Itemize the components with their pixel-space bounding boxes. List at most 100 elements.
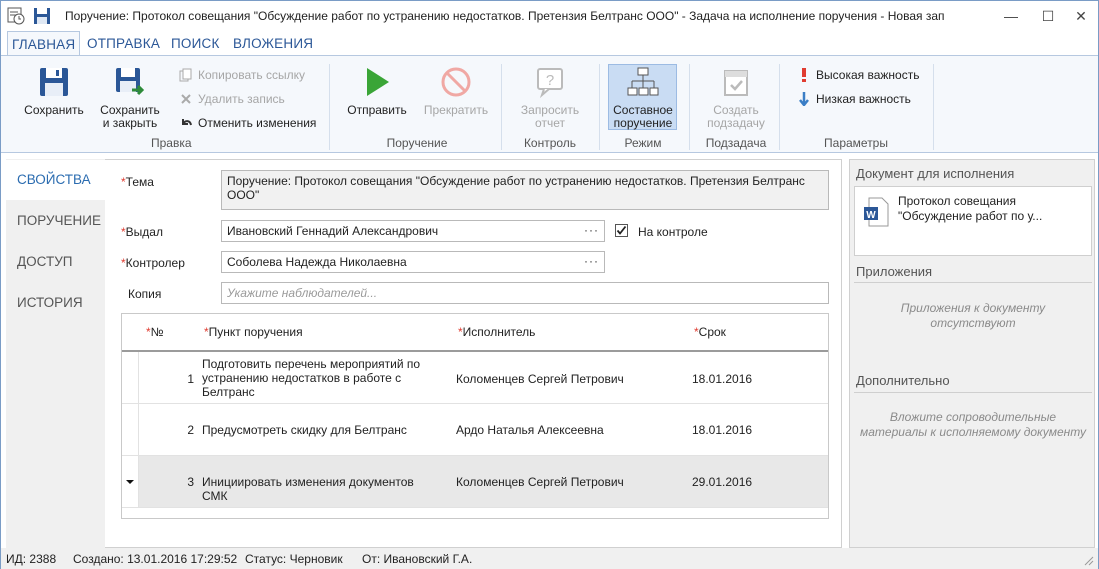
status-id: ИД: 2388 (6, 552, 57, 566)
ribbon: Сохранить Сохранить и закрыть Копировать… (1, 55, 1098, 153)
tab-home[interactable]: ГЛАВНАЯ (7, 31, 81, 56)
task-clock-icon (7, 7, 25, 25)
column-header-due[interactable]: *Срок (694, 325, 726, 339)
group-control-label: Контроль (523, 136, 577, 150)
right-panel: Документ для исполнения W Протокол совещ… (849, 159, 1095, 548)
save-label: Сохранить (24, 103, 84, 117)
subject-field[interactable]: Поручение: Протокол совещания "Обсуждени… (221, 170, 829, 210)
resize-grip-icon[interactable] (1084, 556, 1094, 566)
save-icon[interactable] (33, 7, 51, 25)
floppy-icon (40, 68, 68, 96)
column-header-item[interactable]: *Пункт поручения (204, 325, 303, 339)
row-executor: Коломенцев Сергей Петрович (456, 372, 624, 386)
window-title: Поручение: Протокол совещания "Обсуждени… (65, 9, 945, 23)
svg-text:W: W (866, 210, 876, 221)
undo-icon (182, 119, 192, 126)
save-close-label-1: Сохранить (100, 103, 160, 117)
low-importance-label: Низкая важность (816, 92, 911, 106)
table-row-selected[interactable]: 3 Инициировать изменения документов СМК … (122, 456, 828, 508)
document-name-line-1: Протокол совещания (898, 194, 1016, 208)
stop-icon (441, 67, 471, 97)
column-header-number[interactable]: *№ (146, 325, 164, 339)
calendar-check-icon (724, 70, 748, 96)
extra-hint-text: Вложите сопроводительные материалы к испо… (860, 410, 1086, 439)
request-report-button[interactable]: ? Запросить отчет (514, 66, 586, 130)
column-header-executor[interactable]: *Исполнитель (458, 325, 535, 339)
stop-button[interactable]: Прекратить (420, 66, 492, 117)
copy-link-label: Копировать ссылку (198, 68, 305, 82)
ribbon-separator (779, 64, 780, 150)
request-report-label-1: Запросить (520, 103, 580, 117)
status-bar: ИД: 2388 Создано: 13.01.2016 17:29:52 Ст… (1, 548, 1098, 569)
maximize-button[interactable]: ☐ (1031, 1, 1065, 31)
on-control-label: На контроле (638, 225, 708, 239)
document-card[interactable]: W Протокол совещания "Обсуждение работ п… (854, 186, 1092, 256)
create-subtask-label-1: Создать (713, 103, 759, 117)
close-button[interactable]: ✕ (1064, 1, 1098, 31)
current-row-arrow-icon (126, 475, 134, 489)
tab-send[interactable]: ОТПРАВКА (87, 31, 160, 56)
group-subtask-label: Подзадача (705, 136, 767, 150)
tab-search[interactable]: ПОИСК (171, 31, 220, 56)
sidebar-item-history[interactable]: ИСТОРИЯ (6, 283, 105, 323)
ribbon-separator (329, 64, 330, 150)
low-importance-button[interactable]: Низкая важность (797, 91, 911, 108)
high-importance-button[interactable]: Высокая важность (797, 67, 919, 83)
delete-record-button[interactable]: Удалить запись (179, 91, 285, 107)
composite-label-1: Составное (613, 103, 673, 117)
subject-label: *Тема (121, 175, 154, 189)
controller-value: Соболева Надежда Николаевна (227, 255, 407, 269)
create-subtask-label-2: подзадачу (707, 116, 765, 130)
status-state: Статус: Черновик (245, 552, 343, 566)
row-number: 2 (187, 423, 194, 437)
status-from: От: Ивановский Г.А. (362, 552, 473, 566)
app-window: Поручение: Протокол совещания "Обсуждени… (0, 0, 1099, 569)
word-document-icon: W (864, 197, 889, 227)
sidebar-item-access[interactable]: ДОСТУП (6, 242, 105, 282)
composite-order-button[interactable]: Составное поручение (608, 66, 678, 130)
group-order-label: Поручение (386, 136, 448, 150)
ribbon-separator (501, 64, 502, 150)
issued-value: Ивановский Геннадий Александрович (227, 224, 439, 238)
row-number: 1 (187, 372, 194, 386)
send-button[interactable]: Отправить (344, 66, 410, 117)
save-close-label-2: и закрыть (102, 116, 158, 130)
title-bar: Поручение: Протокол совещания "Обсуждени… (1, 1, 1098, 31)
minimize-button[interactable]: — (994, 1, 1028, 31)
observers-input[interactable]: Укажите наблюдателей... (221, 282, 829, 304)
copy-label: Копия (128, 287, 162, 301)
controller-picker-button[interactable]: ··· (584, 254, 599, 268)
ribbon-separator (599, 64, 600, 150)
sidebar: СВОЙСТВА ПОРУЧЕНИЕ ДОСТУП ИСТОРИЯ (6, 159, 106, 549)
on-control-checkbox[interactable] (615, 224, 628, 237)
high-importance-label: Высокая важность (816, 68, 920, 82)
row-item: Предусмотреть скидку для Белтранс (202, 423, 407, 437)
save-close-button[interactable]: Сохранить и закрыть (95, 66, 165, 130)
controller-field[interactable]: Соболева Надежда Николаевна ··· (221, 251, 605, 273)
create-subtask-button[interactable]: Создать подзадачу (701, 66, 771, 130)
issued-field[interactable]: Ивановский Геннадий Александрович ··· (221, 220, 605, 242)
checkmark-icon (616, 225, 627, 235)
order-items-table: *№ *Пункт поручения *Исполнитель *Срок 1… (121, 313, 829, 519)
tab-attachments[interactable]: ВЛОЖЕНИЯ (233, 31, 313, 56)
divider (854, 392, 1092, 393)
group-params-label: Параметры (824, 136, 888, 150)
undo-changes-button[interactable]: Отменить изменения (179, 115, 316, 131)
undo-changes-label: Отменить изменения (198, 116, 317, 130)
ribbon-separator (933, 64, 934, 150)
row-executor: Ардо Наталья Алексеевна (456, 423, 604, 437)
sidebar-item-properties[interactable]: СВОЙСТВА (6, 160, 106, 200)
table-row[interactable]: 1 Подготовить перечень мероприятий по ус… (122, 352, 828, 404)
extra-header: Дополнительно (856, 373, 950, 388)
document-header: Документ для исполнения (856, 166, 1015, 181)
group-edit-label: Правка (151, 136, 192, 150)
ribbon-tabs: ГЛАВНАЯ ОТПРАВКА ПОИСК ВЛОЖЕНИЯ (1, 31, 1098, 56)
issued-picker-button[interactable]: ··· (584, 223, 599, 237)
copy-link-button[interactable]: Копировать ссылку (179, 67, 305, 83)
composite-label-2: поручение (613, 116, 673, 130)
save-button[interactable]: Сохранить (19, 66, 89, 117)
request-report-label-2: отчет (535, 116, 565, 130)
table-row[interactable]: 2 Предусмотреть скидку для Белтранс Ардо… (122, 404, 828, 456)
divider (854, 282, 1092, 283)
sidebar-item-order[interactable]: ПОРУЧЕНИЕ (6, 201, 105, 241)
